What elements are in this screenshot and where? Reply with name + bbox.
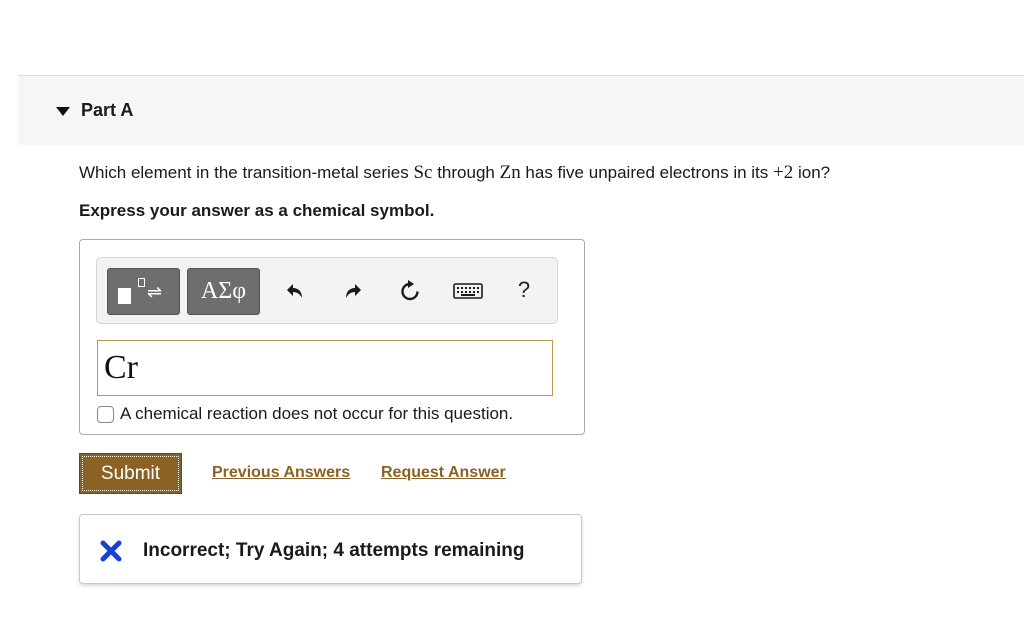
no-reaction-checkbox[interactable] [97,405,114,423]
triangle-down-icon[interactable] [56,107,70,116]
keyboard-icon [453,283,483,299]
reset-button[interactable] [397,278,423,304]
redo-icon [346,284,361,298]
instruction-text: Express your answer as a chemical symbol… [79,201,435,220]
element-zn: Zn [499,162,521,183]
ion-charge: +2 [773,162,794,183]
no-reaction-label[interactable]: A chemical reaction does not occur for t… [120,404,513,424]
help-button[interactable]: ? [511,277,537,303]
no-reaction-row: A chemical reaction does not occur for t… [97,404,513,424]
feedback-box: Incorrect; Try Again; 4 attempts remaini… [79,514,582,584]
math-toolbar: ⇌ ΑΣφ ? [96,257,558,324]
part-title: Part A [81,100,134,120]
undo-button[interactable] [283,278,309,304]
x-icon [100,540,122,562]
question-prefix: Which element in the transition-metal se… [79,163,414,182]
question-mid2: has five unpaired electrons in its [520,163,774,182]
element-sc: Sc [413,162,433,183]
question-middle: through [432,163,500,182]
question-text: Which element in the transition-metal se… [79,162,830,184]
part-header[interactable]: Part A [18,76,1024,145]
answer-box: ⇌ ΑΣφ ? Cr A chemical reaction does not … [79,239,585,435]
reset-icon [401,280,419,301]
submit-button[interactable]: Submit [79,453,182,494]
undo-icon [287,284,302,298]
request-answer-link[interactable]: Request Answer [381,464,506,482]
answer-input[interactable] [97,340,553,396]
greek-symbols-button[interactable]: ΑΣφ [187,268,260,315]
previous-answers-link[interactable]: Previous Answers [212,464,350,482]
feedback-message: Incorrect; Try Again; 4 attempts remaini… [143,540,525,561]
question-suffix: ion? [793,163,831,182]
templates-button[interactable]: ⇌ [107,268,180,315]
keyboard-button[interactable] [452,278,484,304]
redo-button[interactable] [339,278,365,304]
